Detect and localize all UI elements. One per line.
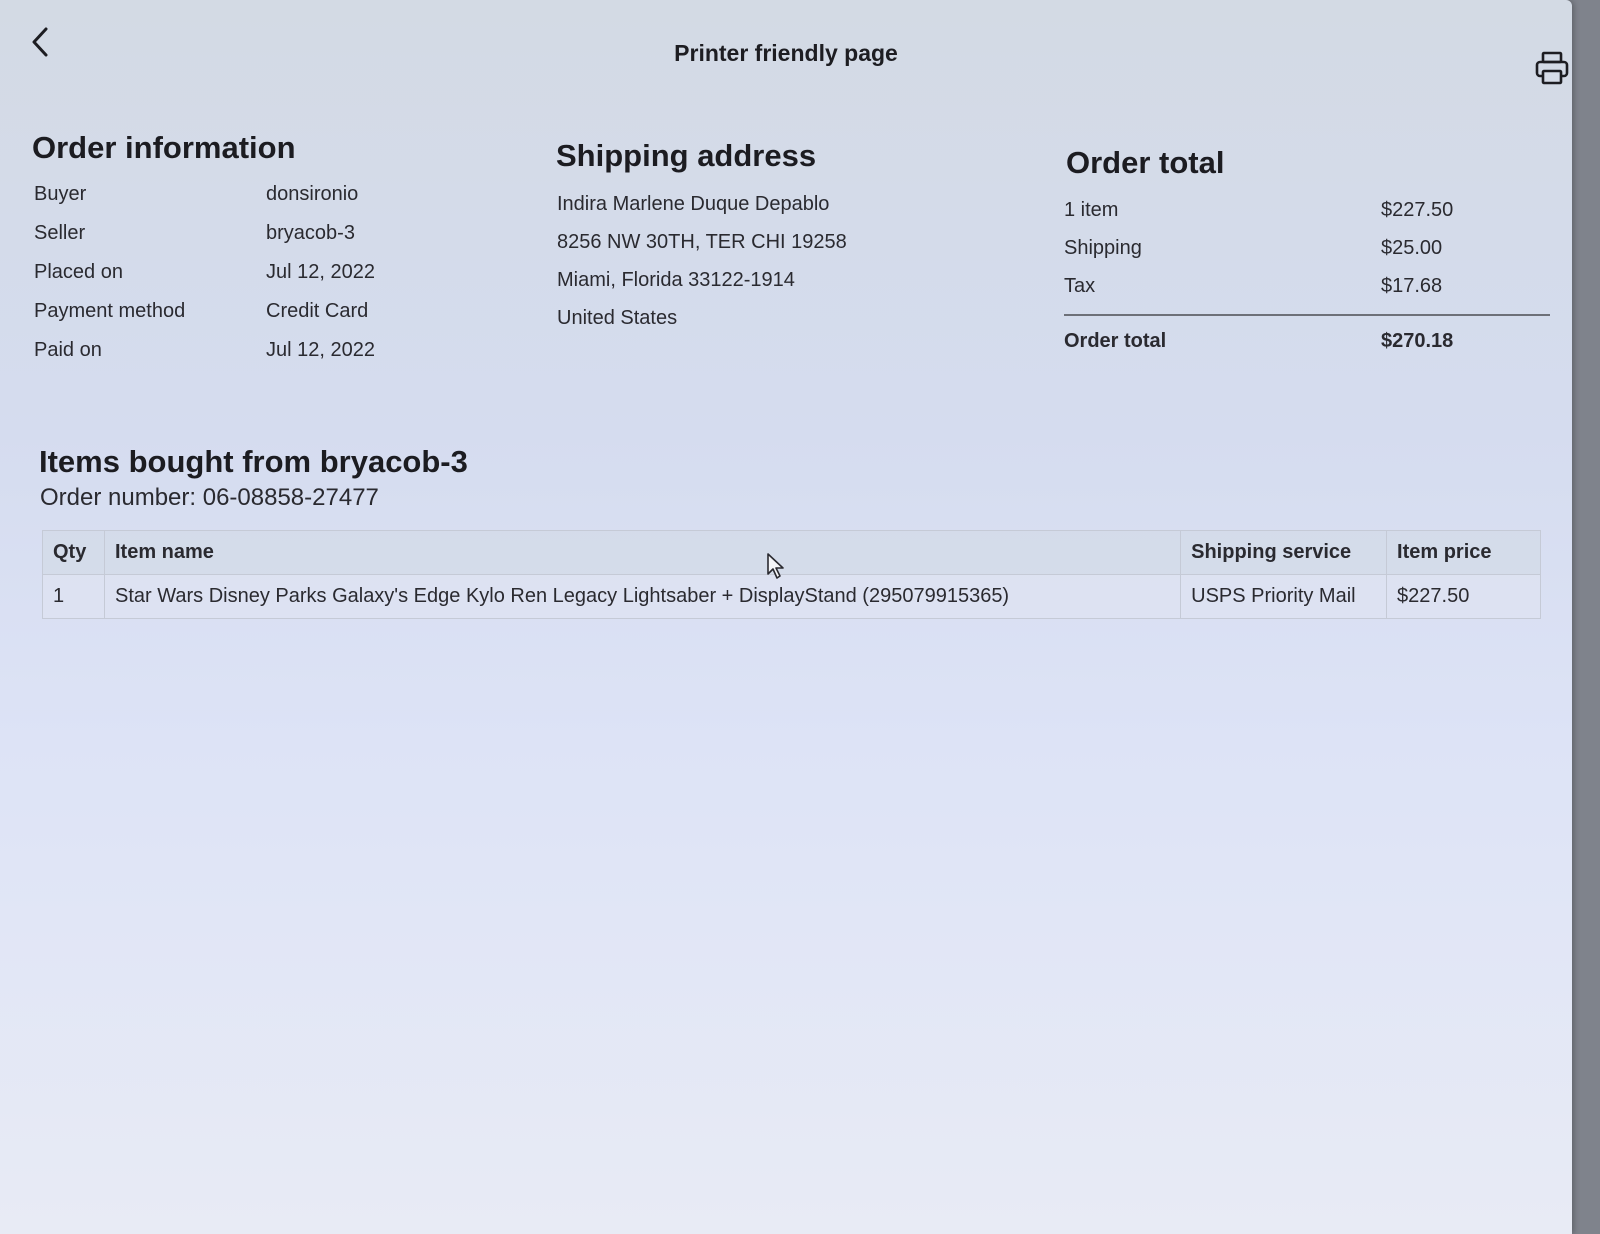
order-info-row-buyer: Buyer donsironio [34,175,375,214]
order-info-label: Payment method [34,300,186,322]
order-info-label: Seller [34,222,86,244]
order-total-summary: 1 item $227.50 Shipping $25.00 Tax $17.6… [1064,191,1550,360]
items-heading: Items bought from bryacob-3 [39,444,468,479]
table-header-row: Qty Item name Shipping service Item pric… [42,530,1541,575]
items-table: Qty Item name Shipping service Item pric… [42,530,1541,619]
order-info-label: Paid on [34,339,102,361]
column-header-qty: Qty [42,530,105,575]
order-info-row-seller: Seller bryacob-3 [34,214,375,253]
address-line: Miami, Florida 33122-1914 [557,268,795,291]
table-row: 1 Star Wars Disney Parks Galaxy's Edge K… [42,574,1541,619]
address-line: United States [557,306,678,329]
total-row-items: 1 item $227.50 [1064,191,1550,229]
order-info-label: Placed on [34,261,123,283]
order-info-value: Jul 12, 2022 [266,339,375,361]
address-line: 8256 NW 30TH, TER CHI 19258 [557,230,847,253]
mouse-cursor-icon [767,553,784,579]
column-header-shipping-service: Shipping service [1180,530,1388,575]
order-information-heading: Order information [32,130,296,165]
print-button[interactable] [1532,48,1572,88]
column-header-item-name: Item name [103,530,1182,575]
shipping-address-heading: Shipping address [556,138,817,173]
printer-icon [1535,51,1569,85]
total-divider [1064,314,1550,316]
order-info-value: Jul 12, 2022 [266,261,375,283]
total-label: Order total [1064,329,1167,352]
total-label: 1 item [1064,198,1119,221]
printer-friendly-page: Printer friendly page Order information … [0,0,1572,1234]
cell-item-name: Star Wars Disney Parks Galaxy's Edge Kyl… [103,574,1182,619]
order-info-label: Buyer [34,183,87,205]
total-row-order-total: Order total $270.18 [1064,322,1550,360]
total-row-tax: Tax $17.68 [1064,267,1550,305]
order-info-value: Credit Card [266,300,369,322]
cell-shipping-service: USPS Priority Mail [1180,574,1388,619]
total-label: Tax [1064,274,1096,297]
page-title: Printer friendly page [674,40,898,66]
order-info-row-payment-method: Payment method Credit Card [34,292,375,331]
cell-item-price: $227.50 [1386,574,1541,619]
total-value: $17.68 [1381,274,1443,297]
order-total-heading: Order total [1066,145,1225,180]
cell-qty: 1 [42,574,105,619]
order-number: Order number: 06-08858-27477 [40,484,379,511]
address-line: Indira Marlene Duque Depablo [557,192,830,215]
total-row-shipping: Shipping $25.00 [1064,229,1550,267]
column-header-item-price: Item price [1386,530,1541,575]
order-info-row-paid-on: Paid on Jul 12, 2022 [34,331,375,370]
order-info-value: bryacob-3 [266,222,355,244]
total-value: $25.00 [1381,236,1443,259]
total-value: $270.18 [1381,329,1454,352]
shipping-address-block: Indira Marlene Duque Depablo 8256 NW 30T… [557,185,847,337]
total-label: Shipping [1064,236,1142,259]
order-info-row-placed-on: Placed on Jul 12, 2022 [34,253,375,292]
order-info-value: donsironio [266,183,359,205]
order-information-list: Buyer donsironio Seller bryacob-3 Placed… [34,175,375,370]
total-value: $227.50 [1381,198,1454,221]
